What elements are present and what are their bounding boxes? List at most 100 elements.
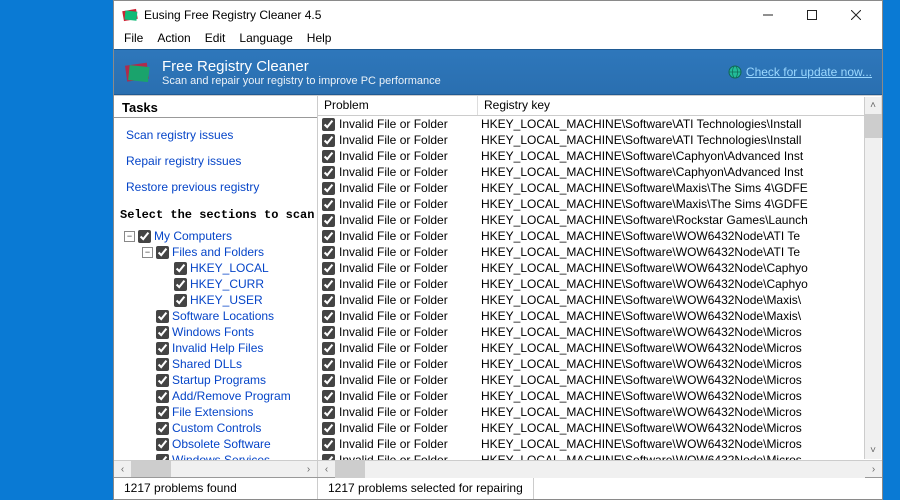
tree-item[interactable]: −Files and Folders xyxy=(116,244,317,260)
row-checkbox[interactable] xyxy=(322,310,335,323)
menu-help[interactable]: Help xyxy=(307,31,332,45)
sidebar-hscroll-thumb[interactable] xyxy=(131,461,171,478)
tree-checkbox[interactable] xyxy=(174,278,187,291)
list-item[interactable]: Invalid File or FolderHKEY_LOCAL_MACHINE… xyxy=(318,228,882,244)
row-checkbox[interactable] xyxy=(322,294,335,307)
tree-item[interactable]: Windows Services xyxy=(116,452,317,460)
tree-item[interactable]: Invalid Help Files xyxy=(116,340,317,356)
list-item[interactable]: Invalid File or FolderHKEY_LOCAL_MACHINE… xyxy=(318,356,882,372)
list-item[interactable]: Invalid File or FolderHKEY_LOCAL_MACHINE… xyxy=(318,340,882,356)
menu-language[interactable]: Language xyxy=(239,31,292,45)
list-item[interactable]: Invalid File or FolderHKEY_LOCAL_MACHINE… xyxy=(318,260,882,276)
list-item[interactable]: Invalid File or FolderHKEY_LOCAL_MACHINE… xyxy=(318,196,882,212)
tree-checkbox[interactable] xyxy=(156,438,169,451)
list-item[interactable]: Invalid File or FolderHKEY_LOCAL_MACHINE… xyxy=(318,388,882,404)
tree-item[interactable]: Add/Remove Program xyxy=(116,388,317,404)
menu-edit[interactable]: Edit xyxy=(205,31,226,45)
list-item[interactable]: Invalid File or FolderHKEY_LOCAL_MACHINE… xyxy=(318,452,882,460)
tree-checkbox[interactable] xyxy=(156,246,169,259)
column-problem[interactable]: Problem xyxy=(318,96,478,115)
list-item[interactable]: Invalid File or FolderHKEY_LOCAL_MACHINE… xyxy=(318,212,882,228)
row-checkbox[interactable] xyxy=(322,262,335,275)
row-checkbox[interactable] xyxy=(322,358,335,371)
row-checkbox[interactable] xyxy=(322,390,335,403)
row-checkbox[interactable] xyxy=(322,230,335,243)
results-vscroll[interactable]: ˄ ˅ xyxy=(864,97,881,459)
row-checkbox[interactable] xyxy=(322,422,335,435)
column-registry-key[interactable]: Registry key xyxy=(478,96,882,115)
list-item[interactable]: Invalid File or FolderHKEY_LOCAL_MACHINE… xyxy=(318,420,882,436)
tree-item[interactable]: HKEY_LOCAL xyxy=(116,260,317,276)
maximize-button[interactable] xyxy=(790,1,834,29)
tree-item[interactable]: Windows Fonts xyxy=(116,324,317,340)
tree-item[interactable]: Shared DLLs xyxy=(116,356,317,372)
list-item[interactable]: Invalid File or FolderHKEY_LOCAL_MACHINE… xyxy=(318,116,882,132)
sidebar-hscroll[interactable]: ‹ › xyxy=(114,460,317,477)
row-checkbox[interactable] xyxy=(322,134,335,147)
row-checkbox[interactable] xyxy=(322,326,335,339)
row-checkbox[interactable] xyxy=(322,182,335,195)
list-item[interactable]: Invalid File or FolderHKEY_LOCAL_MACHINE… xyxy=(318,404,882,420)
check-update-link[interactable]: Check for update now... xyxy=(728,65,872,79)
tree-checkbox[interactable] xyxy=(156,342,169,355)
list-item[interactable]: Invalid File or FolderHKEY_LOCAL_MACHINE… xyxy=(318,148,882,164)
tree-checkbox[interactable] xyxy=(156,422,169,435)
tree-item[interactable]: −My Computers xyxy=(116,228,317,244)
tree-expand-icon[interactable]: − xyxy=(124,231,135,242)
row-checkbox[interactable] xyxy=(322,406,335,419)
row-checkbox[interactable] xyxy=(322,246,335,259)
tree-item[interactable]: Custom Controls xyxy=(116,420,317,436)
chevron-left-icon[interactable]: ‹ xyxy=(318,461,335,478)
menu-action[interactable]: Action xyxy=(157,31,190,45)
row-checkbox[interactable] xyxy=(322,438,335,451)
tree-expand-icon[interactable]: − xyxy=(142,247,153,258)
task-link-2[interactable]: Restore previous registry xyxy=(114,176,317,202)
row-checkbox[interactable] xyxy=(322,342,335,355)
tree-checkbox[interactable] xyxy=(174,262,187,275)
chevron-left-icon[interactable]: ‹ xyxy=(114,461,131,478)
tree-item[interactable]: Software Locations xyxy=(116,308,317,324)
row-checkbox[interactable] xyxy=(322,150,335,163)
tree-item[interactable]: HKEY_USER xyxy=(116,292,317,308)
menu-file[interactable]: File xyxy=(124,31,143,45)
tree-item[interactable]: File Extensions xyxy=(116,404,317,420)
list-item[interactable]: Invalid File or FolderHKEY_LOCAL_MACHINE… xyxy=(318,180,882,196)
list-item[interactable]: Invalid File or FolderHKEY_LOCAL_MACHINE… xyxy=(318,164,882,180)
row-checkbox[interactable] xyxy=(322,118,335,131)
results-hscroll[interactable]: ‹ › xyxy=(318,460,882,477)
list-item[interactable]: Invalid File or FolderHKEY_LOCAL_MACHINE… xyxy=(318,436,882,452)
close-button[interactable] xyxy=(834,1,878,29)
tree-checkbox[interactable] xyxy=(156,310,169,323)
results-vscroll-thumb[interactable] xyxy=(865,114,882,138)
tree-checkbox[interactable] xyxy=(156,374,169,387)
list-item[interactable]: Invalid File or FolderHKEY_LOCAL_MACHINE… xyxy=(318,324,882,340)
row-checkbox[interactable] xyxy=(322,166,335,179)
row-checkbox[interactable] xyxy=(322,214,335,227)
list-item[interactable]: Invalid File or FolderHKEY_LOCAL_MACHINE… xyxy=(318,292,882,308)
tree-checkbox[interactable] xyxy=(156,390,169,403)
list-item[interactable]: Invalid File or FolderHKEY_LOCAL_MACHINE… xyxy=(318,244,882,260)
list-item[interactable]: Invalid File or FolderHKEY_LOCAL_MACHINE… xyxy=(318,308,882,324)
row-checkbox[interactable] xyxy=(322,198,335,211)
chevron-right-icon[interactable]: › xyxy=(300,461,317,478)
list-item[interactable]: Invalid File or FolderHKEY_LOCAL_MACHINE… xyxy=(318,276,882,292)
row-checkbox[interactable] xyxy=(322,374,335,387)
chevron-down-icon[interactable]: ˅ xyxy=(865,442,881,459)
minimize-button[interactable] xyxy=(746,1,790,29)
tree-item[interactable]: Obsolete Software xyxy=(116,436,317,452)
task-link-0[interactable]: Scan registry issues xyxy=(114,124,317,150)
tree-item[interactable]: HKEY_CURR xyxy=(116,276,317,292)
chevron-up-icon[interactable]: ˄ xyxy=(865,97,881,114)
tree-checkbox[interactable] xyxy=(174,294,187,307)
chevron-right-icon[interactable]: › xyxy=(865,461,882,478)
row-checkbox[interactable] xyxy=(322,278,335,291)
list-item[interactable]: Invalid File or FolderHKEY_LOCAL_MACHINE… xyxy=(318,132,882,148)
list-item[interactable]: Invalid File or FolderHKEY_LOCAL_MACHINE… xyxy=(318,372,882,388)
task-link-1[interactable]: Repair registry issues xyxy=(114,150,317,176)
tree-checkbox[interactable] xyxy=(156,326,169,339)
tree-checkbox[interactable] xyxy=(138,230,151,243)
tree-checkbox[interactable] xyxy=(156,358,169,371)
results-hscroll-thumb[interactable] xyxy=(335,461,365,478)
tree-item[interactable]: Startup Programs xyxy=(116,372,317,388)
tree-checkbox[interactable] xyxy=(156,406,169,419)
